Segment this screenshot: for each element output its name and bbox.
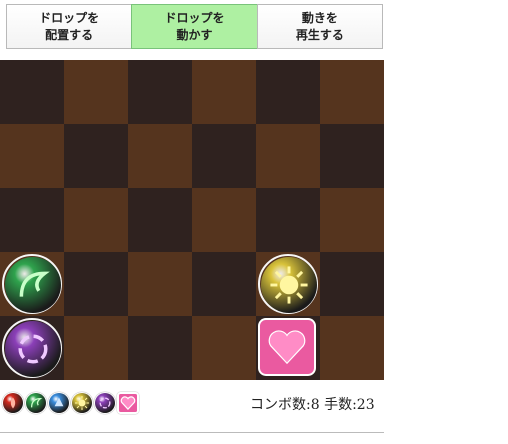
light-mini-orb-icon[interactable] [71,392,93,414]
board-cell[interactable] [64,252,128,316]
board-cell[interactable] [320,124,384,188]
board-cell[interactable] [256,316,320,380]
board-cell[interactable] [128,188,192,252]
heart-mini-orb-icon[interactable] [117,392,139,414]
water-mini-orb-icon[interactable] [48,392,70,414]
board-cell[interactable] [320,188,384,252]
board-cell[interactable] [0,188,64,252]
heart-orb-icon[interactable] [258,318,318,378]
board-cell[interactable] [0,252,64,316]
board-cell[interactable] [0,60,64,124]
board-cell[interactable] [0,124,64,188]
dark-orb-icon[interactable] [2,318,62,378]
board-cell[interactable] [256,124,320,188]
wood-orb-icon[interactable] [2,254,62,314]
board-cell[interactable] [192,316,256,380]
board-cell[interactable] [256,60,320,124]
board-cell[interactable] [128,252,192,316]
light-orb-icon[interactable] [258,254,318,314]
board-cell[interactable] [64,316,128,380]
dark-mini-orb-icon[interactable] [94,392,116,414]
move-count: 手数:23 [324,397,375,413]
board-cell[interactable] [192,124,256,188]
stats: コンボ数:8 手数:23 [250,394,375,414]
tab-place-drops[interactable]: ドロップを 配置する [6,4,133,49]
board-cell[interactable] [128,124,192,188]
combo-count: コンボ数:8 [250,397,320,413]
board-cell[interactable] [320,316,384,380]
orb-palette [2,392,139,416]
board-cell[interactable] [64,60,128,124]
board-cell[interactable] [0,316,64,380]
mode-tabs: ドロップを 配置する ドロップを 動かす 動きを 再生する [6,4,383,51]
board-cell[interactable] [256,252,320,316]
board-cell[interactable] [192,188,256,252]
divider [0,432,384,433]
fire-mini-orb-icon[interactable] [2,392,24,414]
board-cell[interactable] [128,316,192,380]
board-cell[interactable] [64,188,128,252]
board-cell[interactable] [128,60,192,124]
puzzle-board[interactable] [0,60,384,380]
wood-mini-orb-icon[interactable] [25,392,47,414]
board-cell[interactable] [320,60,384,124]
tab-replay[interactable]: 動きを 再生する [256,4,383,49]
board-cell[interactable] [64,124,128,188]
board-cell[interactable] [192,252,256,316]
tab-move-drops[interactable]: ドロップを 動かす [131,4,258,49]
board-cell[interactable] [320,252,384,316]
board-cell[interactable] [192,60,256,124]
board-cell[interactable] [256,188,320,252]
